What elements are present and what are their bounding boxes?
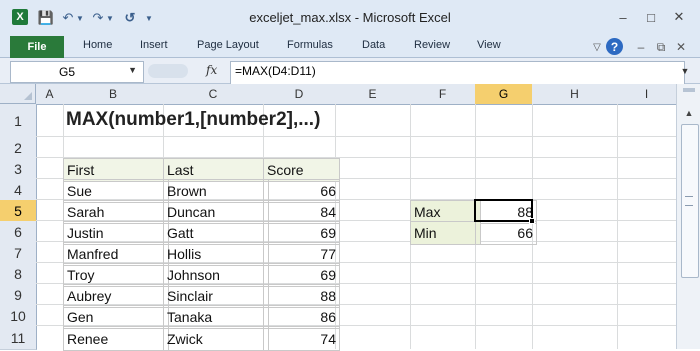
window-title: exceljet_max.xlsx - Microsoft Excel: [249, 10, 451, 25]
help-icon[interactable]: ?: [606, 38, 623, 55]
scroll-grip: [685, 196, 693, 206]
gridline: [617, 104, 618, 349]
row-header-4[interactable]: 4: [0, 179, 37, 201]
cell-last[interactable]: Zwick: [163, 326, 269, 351]
scroll-up-icon[interactable]: ▲: [681, 106, 697, 120]
select-all-corner[interactable]: [0, 84, 36, 104]
tab-page-layout[interactable]: Page Layout: [197, 39, 259, 51]
column-header-h[interactable]: H: [532, 84, 618, 105]
column-header-e[interactable]: E: [335, 84, 411, 105]
name-box[interactable]: G5 ▼: [10, 61, 144, 83]
row-header-9[interactable]: 9: [0, 284, 37, 306]
tab-data[interactable]: Data: [362, 39, 385, 51]
cell-first[interactable]: Renee: [63, 326, 169, 351]
formula-bar-handle[interactable]: [148, 64, 188, 78]
gridline: [36, 136, 676, 137]
tab-formulas[interactable]: Formulas: [287, 39, 333, 51]
window-minimize-icon[interactable]: –: [632, 38, 650, 56]
name-box-value: G5: [59, 65, 76, 79]
column-header-i[interactable]: I: [617, 84, 677, 105]
row-header-8[interactable]: 8: [0, 263, 37, 285]
minimize-icon[interactable]: –: [612, 8, 634, 26]
insert-function-icon[interactable]: fx: [206, 63, 217, 77]
row-header-5[interactable]: 5: [0, 200, 37, 222]
tab-review[interactable]: Review: [414, 39, 450, 51]
row-header-1[interactable]: 1: [0, 104, 37, 138]
row-header-2[interactable]: 2: [0, 137, 37, 159]
ribbon-tab-row: File Home Insert Page Layout Formulas Da…: [0, 36, 700, 58]
column-header-g[interactable]: G: [475, 84, 533, 105]
column-header-f[interactable]: F: [410, 84, 476, 105]
row-header-10[interactable]: 10: [0, 305, 37, 327]
tab-insert[interactable]: Insert: [140, 39, 168, 51]
title-bar: X 💾 ↶ ▼ ↷ ▼ ↺ ▼ exceljet_max.xlsx - Micr…: [0, 0, 700, 36]
summary-label-min[interactable]: Min: [410, 221, 481, 245]
column-header-d[interactable]: D: [263, 84, 336, 105]
summary-value-min[interactable]: 66: [475, 221, 537, 245]
column-header-b[interactable]: B: [63, 84, 164, 105]
close-icon[interactable]: ✕: [668, 8, 690, 26]
row-header-6[interactable]: 6: [0, 221, 37, 243]
row-header-7[interactable]: 7: [0, 242, 37, 264]
fill-handle[interactable]: [529, 218, 535, 224]
vertical-scrollbar[interactable]: ▲: [676, 84, 700, 349]
sheet-title[interactable]: MAX(number1,[number2],...): [66, 104, 320, 136]
tab-home[interactable]: Home: [83, 39, 112, 51]
cell-score[interactable]: 74: [263, 326, 340, 351]
tab-file[interactable]: File: [10, 36, 64, 58]
restore-icon[interactable]: □: [640, 8, 662, 26]
formula-bar: G5 ▼ fx =MAX(D4:D11) ▼: [0, 58, 700, 87]
column-header-c[interactable]: C: [163, 84, 264, 105]
row-header-3[interactable]: 3: [0, 158, 37, 180]
name-box-dropdown-icon[interactable]: ▼: [128, 65, 137, 75]
tab-view[interactable]: View: [477, 39, 501, 51]
column-header-a[interactable]: A: [36, 84, 64, 105]
scroll-split-handle[interactable]: [683, 88, 695, 92]
minimize-ribbon-icon[interactable]: ▽: [588, 38, 606, 56]
expand-formula-bar-icon[interactable]: ▼: [678, 61, 692, 81]
window-close-icon[interactable]: ✕: [672, 38, 690, 56]
window-restore-icon[interactable]: ⧉: [652, 38, 670, 56]
row-header-11[interactable]: 11: [0, 326, 37, 350]
